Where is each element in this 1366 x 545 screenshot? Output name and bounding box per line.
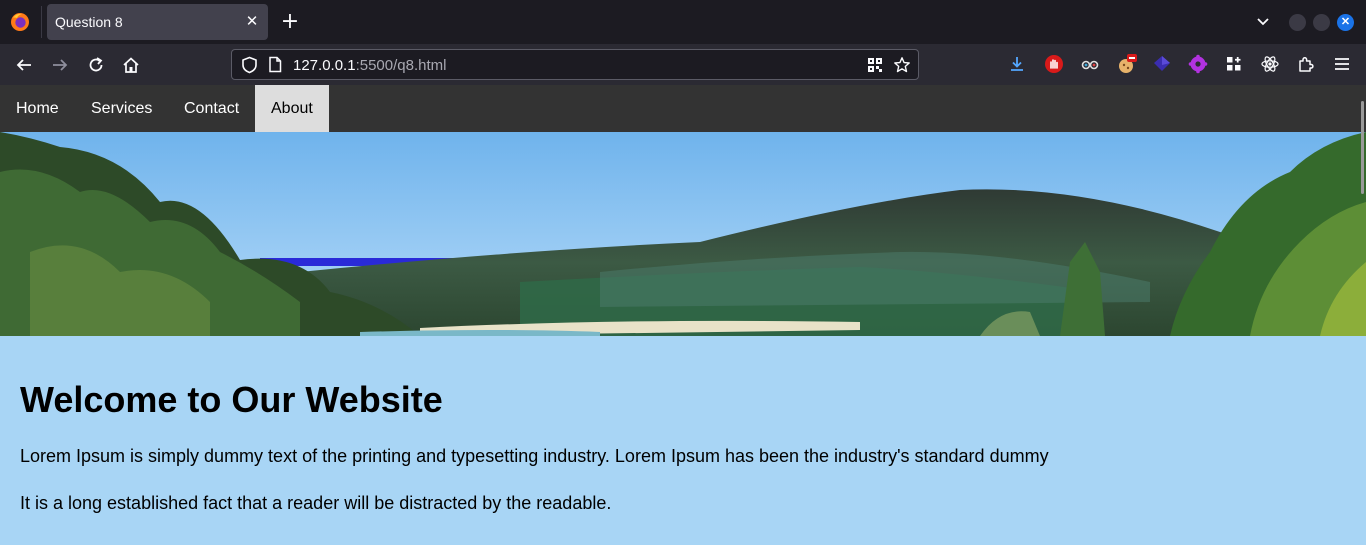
nav-link-services[interactable]: Services: [75, 85, 168, 132]
hero-landscape-image: [0, 132, 1366, 336]
glasses-extension-icon[interactable]: [1079, 53, 1101, 75]
new-tab-button[interactable]: +: [279, 11, 301, 33]
page-heading: Welcome to Our Website: [20, 379, 443, 420]
extensions-puzzle-icon[interactable]: [1295, 53, 1317, 75]
ublock-hand-icon[interactable]: [1043, 53, 1065, 75]
nav-link-home[interactable]: Home: [0, 85, 75, 132]
bookmark-star-icon[interactable]: [893, 56, 911, 79]
page-viewport: Home Services Contact About Welcome to O…: [0, 85, 1366, 545]
purple-gear-extension-icon[interactable]: [1187, 53, 1209, 75]
url-path: :5500/q8.html: [355, 57, 447, 74]
close-tab-icon[interactable]: ✕: [242, 12, 262, 32]
minimize-window-button[interactable]: [1289, 14, 1306, 31]
reload-icon[interactable]: [83, 52, 109, 78]
back-arrow-icon[interactable]: [11, 52, 37, 78]
url-host: 127.0.0.1: [293, 57, 356, 74]
firefox-logo-icon[interactable]: [9, 11, 31, 33]
tab-separator: [41, 6, 42, 38]
second-paragraph: It is a long established fact that a rea…: [20, 493, 612, 513]
tab-title: Question 8: [55, 14, 123, 30]
close-window-button[interactable]: ✕: [1337, 14, 1354, 31]
list-all-tabs-icon[interactable]: [1252, 12, 1274, 32]
intro-paragraph: Lorem Ipsum is simply dummy text of the …: [20, 446, 1049, 466]
page-info-icon[interactable]: [268, 56, 282, 78]
tracking-shield-icon[interactable]: [241, 56, 258, 79]
qr-code-icon[interactable]: [867, 57, 883, 78]
react-devtools-icon[interactable]: [1259, 53, 1281, 75]
page-scrollbar[interactable]: [1361, 101, 1364, 194]
site-navigation: Home Services Contact About: [0, 85, 1366, 132]
extension-grid-icon[interactable]: [1223, 53, 1245, 75]
url-bar[interactable]: 127.0.0.1:5500/q8.html: [231, 49, 919, 80]
forward-arrow-icon[interactable]: [47, 52, 73, 78]
downloads-icon[interactable]: [1006, 53, 1028, 75]
url-text[interactable]: 127.0.0.1:5500/q8.html: [293, 57, 446, 74]
tab-strip: Question 8 ✕ + ✕: [0, 0, 1366, 44]
cookie-extension-icon[interactable]: [1116, 53, 1138, 75]
nav-link-contact[interactable]: Contact: [168, 85, 255, 132]
navigation-toolbar: 127.0.0.1:5500/q8.html: [0, 44, 1366, 85]
tab-question-8[interactable]: Question 8 ✕: [47, 4, 268, 40]
nav-link-about[interactable]: About: [255, 85, 329, 132]
home-icon[interactable]: [118, 52, 144, 78]
dark-cube-extension-icon[interactable]: [1151, 53, 1173, 75]
main-content: Welcome to Our Website Lorem Ipsum is si…: [20, 336, 1340, 514]
maximize-window-button[interactable]: [1313, 14, 1330, 31]
menu-hamburger-icon[interactable]: [1331, 53, 1353, 75]
